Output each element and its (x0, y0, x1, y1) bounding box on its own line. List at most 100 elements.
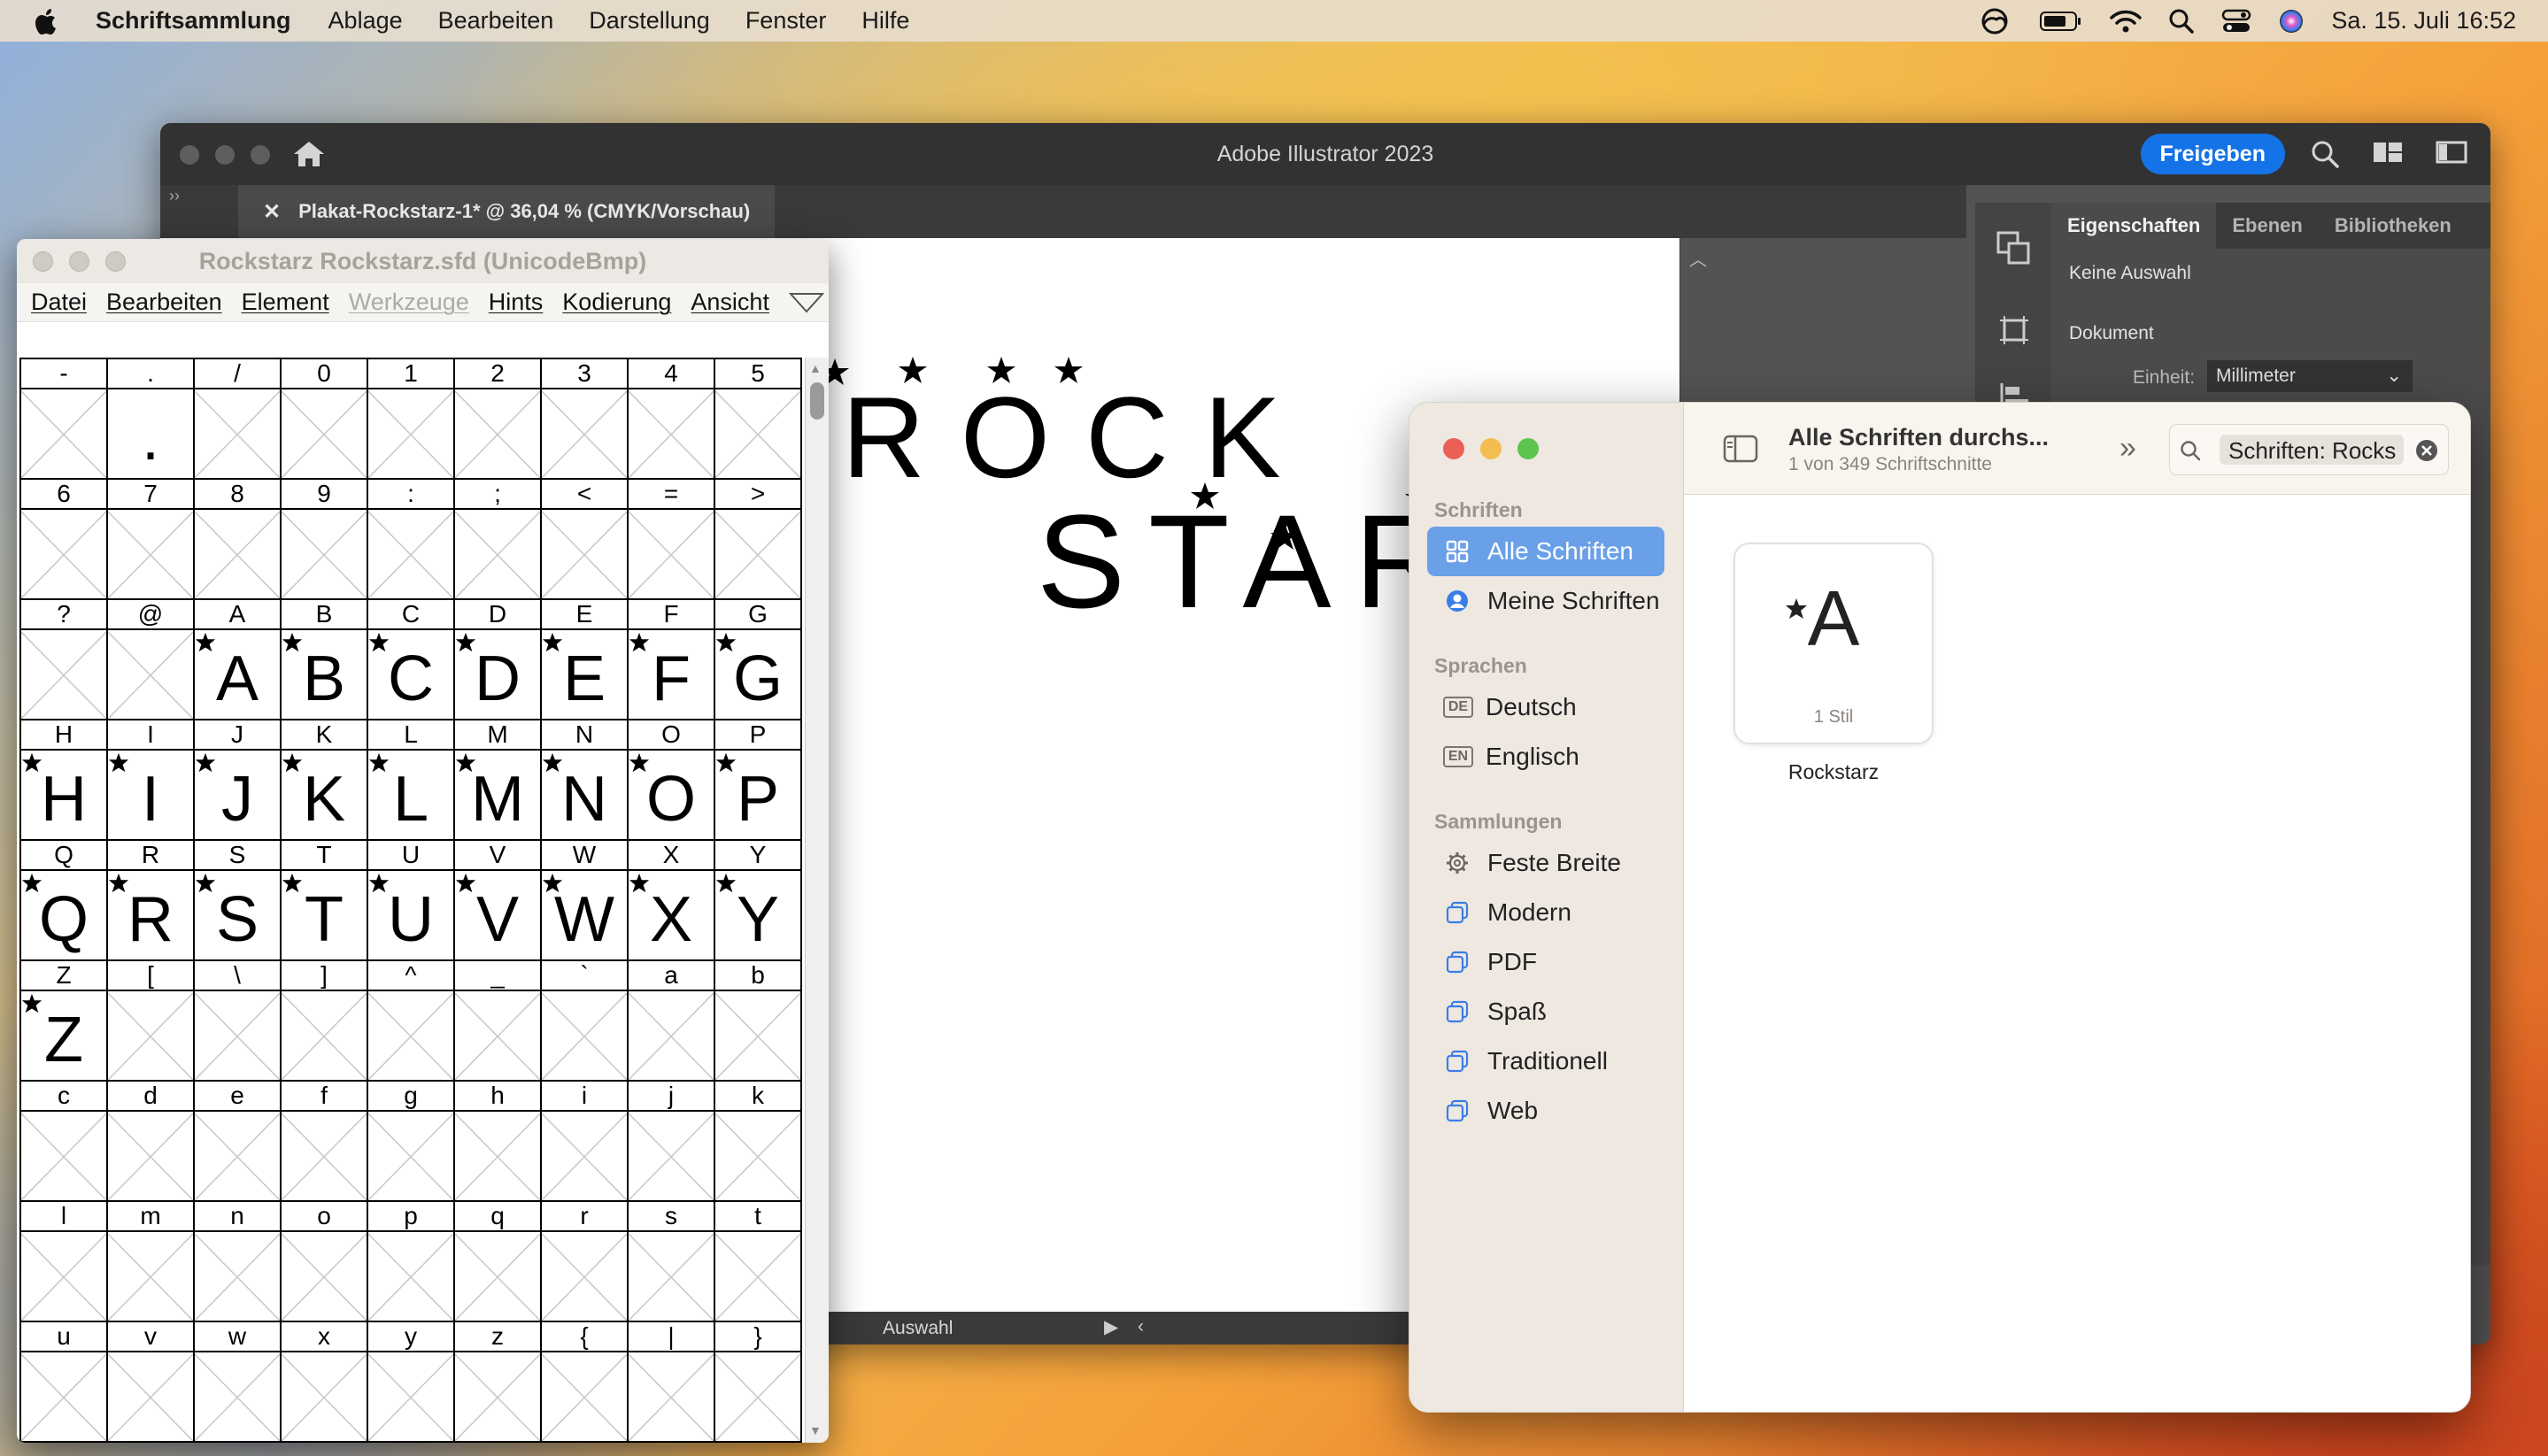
siri-icon[interactable] (2278, 8, 2305, 35)
glyph-cell[interactable]: a (629, 961, 715, 1082)
ff-menu-hints[interactable]: Hints (489, 289, 544, 316)
glyph-cell[interactable]: SS (195, 841, 282, 961)
menubar-clock[interactable]: Sa. 15. Juli 16:52 (2331, 7, 2516, 35)
glyph-cell[interactable]: ^ (368, 961, 455, 1082)
status-tool-label[interactable]: Auswahl (883, 1318, 953, 1339)
glyph-cell[interactable]: 3 (542, 359, 629, 480)
share-button[interactable]: Freigeben (2140, 134, 2285, 174)
sidebar-item-collection[interactable]: PDF (1427, 937, 1664, 987)
control-center-icon[interactable] (2221, 8, 2251, 35)
menu-overflow-triangle-icon[interactable] (788, 292, 824, 313)
close-button[interactable] (180, 145, 199, 165)
unit-select[interactable]: Millimeter ⌄ (2207, 360, 2413, 392)
glyph-cell[interactable]: FF (629, 600, 715, 720)
ff-menu-datei[interactable]: Datei (31, 289, 87, 316)
glyph-cell[interactable]: 6 (21, 480, 108, 600)
glyph-cell[interactable]: v (108, 1322, 195, 1443)
glyph-cell[interactable]: } (715, 1322, 802, 1443)
creative-cloud-icon[interactable] (1977, 8, 2012, 35)
glyph-cell[interactable]: PP (715, 720, 802, 841)
ff-menu-element[interactable]: Element (242, 289, 329, 316)
menu-hilfe[interactable]: Hilfe (861, 7, 909, 35)
search-field[interactable]: Schriften: Rocks (2169, 424, 2449, 475)
glyph-cell[interactable]: f (282, 1082, 368, 1202)
glyph-cell[interactable]: UU (368, 841, 455, 961)
close-button[interactable] (33, 251, 53, 272)
glyph-cell[interactable]: ] (282, 961, 368, 1082)
wifi-icon[interactable] (2110, 9, 2143, 34)
sidebar-toggle-icon[interactable] (1723, 435, 1758, 463)
glyph-cell[interactable]: t (715, 1202, 802, 1322)
clear-search-icon[interactable] (2414, 438, 2439, 463)
glyph-cell[interactable]: LL (368, 720, 455, 841)
sidebar-item-collection[interactable]: Web (1427, 1086, 1664, 1136)
glyph-cell[interactable]: = (629, 480, 715, 600)
glyph-cell[interactable]: 9 (282, 480, 368, 600)
glyph-cell[interactable]: { (542, 1322, 629, 1443)
glyph-cell[interactable]: / (195, 359, 282, 480)
glyph-cell[interactable]: II (108, 720, 195, 841)
glyph-cell[interactable]: HH (21, 720, 108, 841)
glyph-cell[interactable]: JJ (195, 720, 282, 841)
glyph-cell[interactable]: s (629, 1202, 715, 1322)
glyph-cell[interactable]: w (195, 1322, 282, 1443)
menu-ablage[interactable]: Ablage (328, 7, 403, 35)
collapse-toolbar-icon[interactable]: ›› (169, 187, 180, 205)
glyph-cell[interactable]: 5 (715, 359, 802, 480)
glyph-cell[interactable]: WW (542, 841, 629, 961)
ff-menu-kodierung[interactable]: Kodierung (562, 289, 671, 316)
glyph-cell[interactable]: @ (108, 600, 195, 720)
glyph-cell[interactable]: ? (21, 600, 108, 720)
glyph-cell[interactable]: z (455, 1322, 542, 1443)
transform-panel-icon[interactable] (1995, 229, 2032, 266)
glyph-cell[interactable]: EE (542, 600, 629, 720)
font-card-rockstarz[interactable]: A 1 Stil (1733, 543, 1934, 744)
status-menu-arrow-icon[interactable]: ▶ (1104, 1316, 1118, 1338)
glyph-cell[interactable]: CC (368, 600, 455, 720)
home-icon[interactable] (291, 139, 327, 169)
artboard-panel-icon[interactable] (1996, 312, 2032, 348)
glyph-cell[interactable]: ZZ (21, 961, 108, 1082)
glyph-cell[interactable]: y (368, 1322, 455, 1443)
glyph-cell[interactable]: RR (108, 841, 195, 961)
glyph-cell[interactable]: NN (542, 720, 629, 841)
zoom-button[interactable] (105, 251, 126, 272)
menu-darstellung[interactable]: Darstellung (589, 7, 710, 35)
glyph-cell[interactable]: MM (455, 720, 542, 841)
glyph-cell[interactable]: < (542, 480, 629, 600)
search-token[interactable]: Schriften: Rocks (2220, 435, 2404, 465)
glyph-cell[interactable]: 8 (195, 480, 282, 600)
glyph-cell[interactable]: n (195, 1202, 282, 1322)
scroll-left-icon[interactable]: ‹ (1138, 1316, 1144, 1337)
glyph-cell[interactable]: | (629, 1322, 715, 1443)
glyph-cell[interactable]: m (108, 1202, 195, 1322)
glyph-cell[interactable]: u (21, 1322, 108, 1443)
zoom-button[interactable] (251, 145, 270, 165)
scroll-thumb[interactable] (810, 382, 824, 420)
glyph-cell[interactable]: QQ (21, 841, 108, 961)
close-tab-icon[interactable]: ✕ (263, 199, 281, 225)
glyph-cell[interactable]: r (542, 1202, 629, 1322)
glyph-cell[interactable]: ` (542, 961, 629, 1082)
sidebar-item-my-fonts[interactable]: Meine Schriften (1427, 576, 1664, 626)
glyph-cell[interactable]: ; (455, 480, 542, 600)
glyph-cell[interactable]: : (368, 480, 455, 600)
minimize-button[interactable] (215, 145, 235, 165)
glyph-cell[interactable]: [ (108, 961, 195, 1082)
arrange-documents-icon[interactable] (2372, 139, 2404, 166)
scroll-up-icon[interactable]: ▲ (809, 361, 822, 375)
font-card-name[interactable]: Rockstarz (1733, 760, 1934, 784)
ff-menu-bearbeiten[interactable]: Bearbeiten (106, 289, 222, 316)
glyph-cell[interactable]: OO (629, 720, 715, 841)
glyph-cell[interactable]: \ (195, 961, 282, 1082)
glyph-cell[interactable]: DD (455, 600, 542, 720)
apple-icon[interactable] (34, 7, 58, 35)
glyph-cell[interactable]: > (715, 480, 802, 600)
battery-icon[interactable] (2039, 10, 2083, 33)
sidebar-item-englisch[interactable]: EN Englisch (1427, 732, 1664, 782)
glyph-cell[interactable]: XX (629, 841, 715, 961)
minimize-button[interactable] (1480, 438, 1502, 459)
spotlight-search-icon[interactable] (2168, 8, 2195, 35)
zoom-button[interactable] (1517, 438, 1539, 459)
menu-app-name[interactable]: Schriftsammlung (96, 7, 291, 35)
